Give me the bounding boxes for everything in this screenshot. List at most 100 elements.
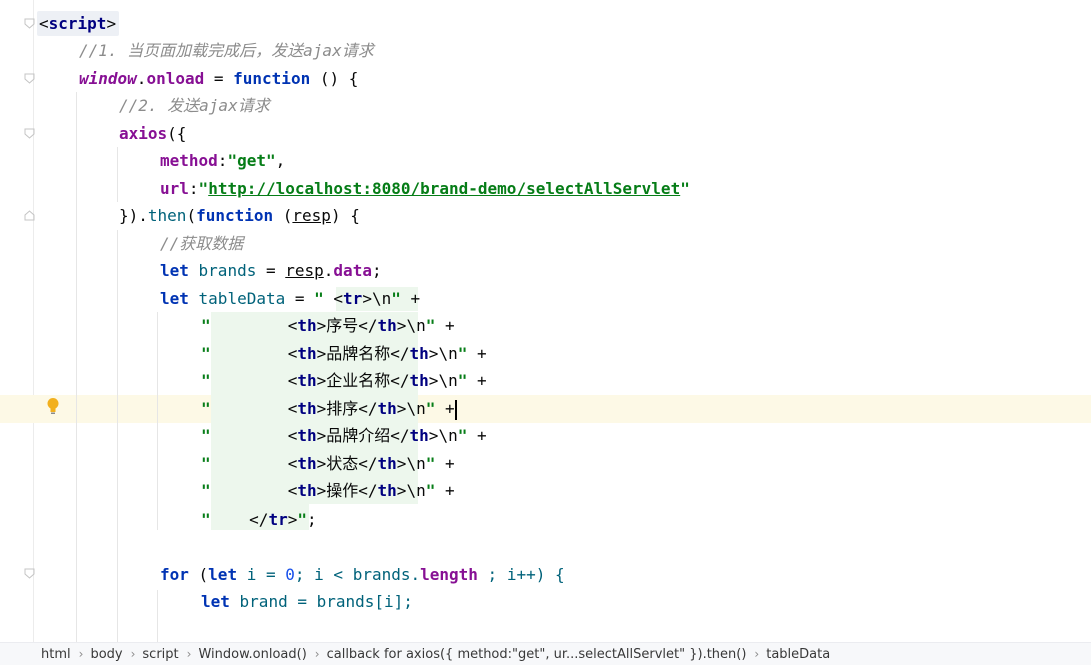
code-line[interactable]: " <th>品牌介绍</th>\n" + (201, 422, 487, 450)
property: data (333, 261, 372, 280)
punct: () { (310, 69, 359, 88)
keyword: let (160, 289, 189, 308)
code-line[interactable]: let tableData = " <tr>\n" + (160, 285, 420, 313)
tag-name: tr (343, 289, 363, 308)
punct: ; (371, 261, 382, 280)
code-line[interactable]: window.onload = function () { (79, 65, 358, 93)
code-line[interactable]: axios({ (119, 120, 186, 148)
tag-open: < (287, 316, 298, 335)
url-link[interactable]: http://localhost:8080/brand-demo/selectA… (208, 179, 680, 198)
lightbulb-icon[interactable] (46, 397, 60, 415)
breadcrumb-item[interactable]: tableData (766, 647, 835, 662)
code-line[interactable]: " </tr>"; (201, 506, 317, 534)
tag-name: th (377, 399, 397, 418)
code-line[interactable]: " <th>操作</th>\n" + (201, 477, 455, 505)
tag-open: < (333, 289, 344, 308)
punct: ({ (167, 124, 187, 143)
code-line[interactable]: " <th>排序</th>\n" + (201, 395, 457, 423)
string: " (457, 371, 468, 390)
identifier: window (79, 69, 137, 88)
tag-name: th (297, 371, 317, 390)
tag-close: > (396, 481, 407, 500)
fold-icon[interactable] (24, 568, 35, 579)
tag-open: < (287, 454, 298, 473)
tag-name: th (297, 454, 317, 473)
escape: \n (406, 481, 426, 500)
escape: \n (438, 371, 458, 390)
current-line-highlight (0, 395, 1091, 423)
code-line[interactable]: <script> (39, 10, 116, 38)
code-line[interactable]: " <th>序号</th>\n" + (201, 312, 455, 340)
comment: //获取数据 (160, 234, 244, 253)
punct: ( (186, 206, 197, 225)
string: " (201, 399, 211, 418)
escape: \n (406, 454, 426, 473)
punct: ( (273, 206, 293, 225)
tag-open: < (287, 481, 298, 500)
breadcrumb-item[interactable]: html (41, 647, 76, 662)
tag-name: tr (268, 510, 288, 529)
tag-open: < (287, 399, 298, 418)
tag-open: </ (358, 399, 378, 418)
fold-icon[interactable] (24, 18, 35, 29)
tag-close: > (316, 316, 327, 335)
code-line[interactable]: " <th>状态</th>\n" + (201, 450, 455, 478)
tag-name: th (297, 426, 317, 445)
string: " (201, 371, 211, 390)
identifier: onload (146, 69, 205, 88)
tag-open: </ (358, 454, 378, 473)
keyword: let (201, 592, 230, 611)
punct: }). (119, 206, 148, 225)
chevron-right-icon: › (186, 647, 192, 661)
punct: = (204, 69, 234, 88)
code-line[interactable]: " <th>企业名称</th>\n" + (201, 367, 487, 395)
escape: \n (406, 316, 426, 335)
property: method (160, 151, 218, 170)
operator: + (467, 371, 487, 390)
string: " (201, 426, 211, 445)
code-line[interactable]: //1. 当页面加载完成后，发送ajax请求 (79, 37, 374, 65)
fold-icon[interactable] (24, 210, 35, 221)
chevron-right-icon: › (78, 647, 84, 661)
breadcrumb-item[interactable]: callback for axios({ method:"get", ur...… (327, 647, 752, 662)
fold-icon[interactable] (24, 128, 35, 139)
code-line[interactable]: //2. 发送ajax请求 (119, 92, 270, 120)
code-line[interactable]: url:"http://localhost:8080/brand-demo/se… (160, 175, 690, 203)
comment: //2. 发送ajax请求 (119, 96, 270, 115)
tag-close: > (316, 481, 327, 500)
code-line[interactable]: //获取数据 (160, 230, 243, 258)
operator: + (467, 426, 487, 445)
code-line[interactable]: " <th>品牌名称</th>\n" + (201, 340, 487, 368)
property: length (420, 565, 478, 584)
breadcrumb-item[interactable]: body (90, 647, 127, 662)
code-line[interactable]: }).then(function (resp) { (119, 202, 360, 230)
fold-icon[interactable] (24, 73, 35, 84)
tag-close: > (287, 510, 298, 529)
editor-gutter (0, 0, 33, 642)
string: " (425, 316, 436, 335)
breadcrumb-item[interactable]: Window.onload() (198, 647, 311, 662)
string: " (680, 179, 690, 198)
parameter: resp (285, 261, 324, 280)
variable: tableData (188, 289, 286, 308)
code-line[interactable]: method:"get", (160, 147, 285, 175)
operator: + (467, 344, 487, 363)
cell-text: 品牌名称 (326, 344, 391, 363)
variable: brands (188, 261, 257, 280)
string: " (425, 399, 436, 418)
tag-open: </ (358, 481, 378, 500)
tag-name: th (409, 344, 429, 363)
tag-close: > (106, 14, 117, 33)
tag-close: > (316, 399, 327, 418)
cell-text: 排序 (326, 399, 359, 418)
code-line[interactable]: let brand = brands[i]; (201, 588, 413, 616)
breadcrumb-item[interactable]: script (142, 647, 183, 662)
identifier: axios (119, 124, 168, 143)
code-line[interactable]: for (let i = 0; i < brands.length ; i++)… (160, 561, 565, 589)
punct: = (256, 261, 286, 280)
code-line[interactable]: let brands = resp.data; (160, 257, 382, 285)
